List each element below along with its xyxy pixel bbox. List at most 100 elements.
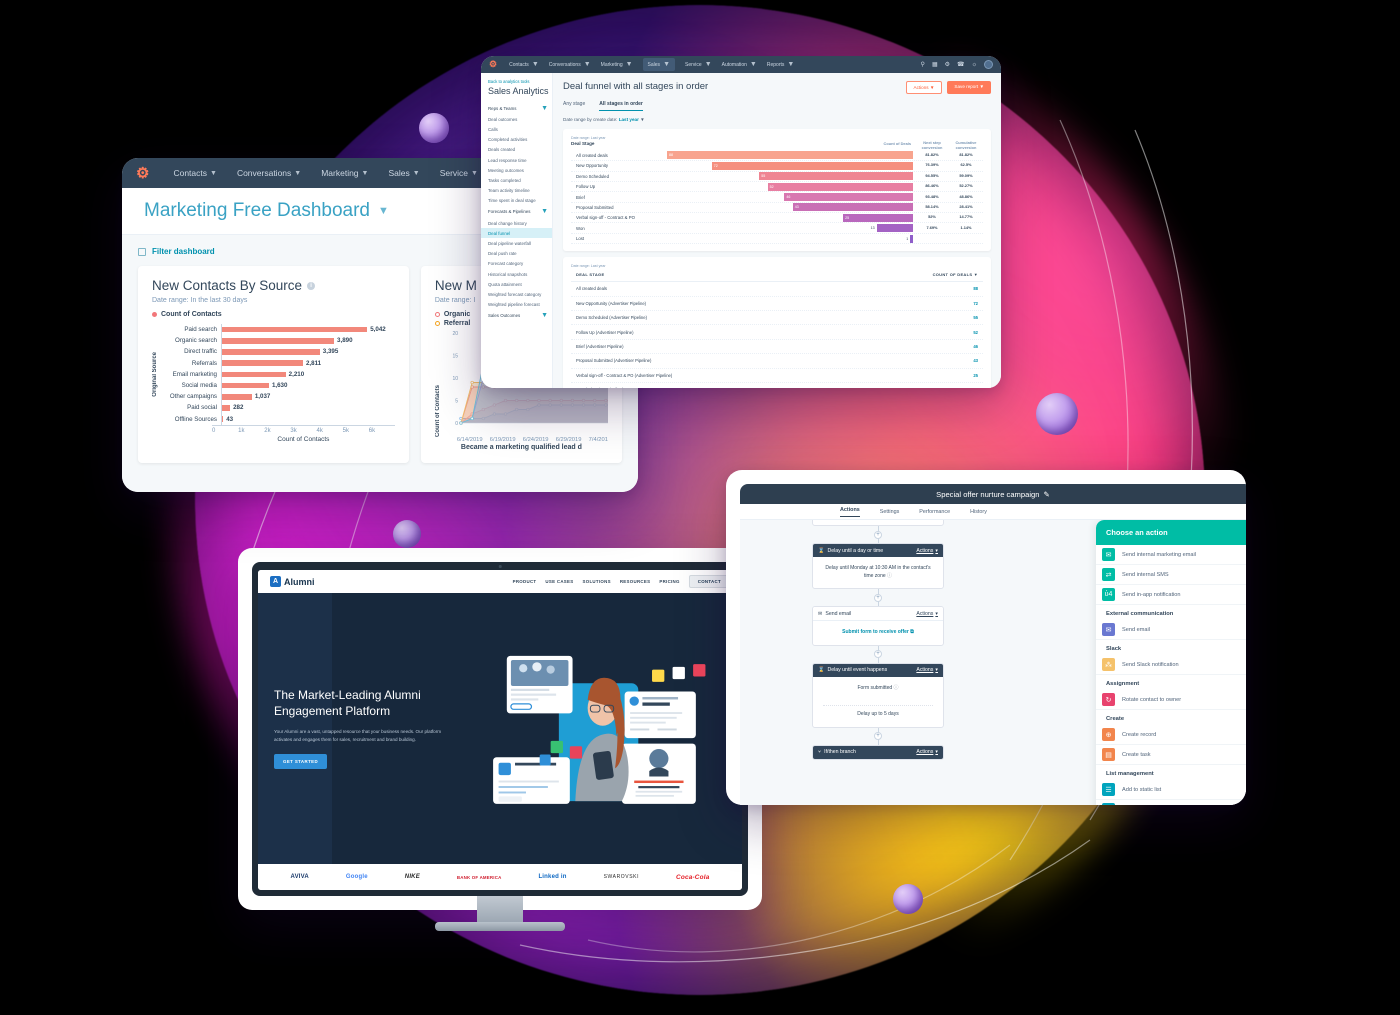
tab-history[interactable]: History [970, 509, 987, 515]
nav-marketing[interactable]: Marketing ▼ [321, 168, 368, 178]
sidebar-item-meeting-outcomes[interactable]: Meeting outcomes [488, 165, 552, 175]
tab-all-stages-in-order[interactable]: All stages in order [599, 101, 643, 111]
hero-get-started-button[interactable]: GET STARTED [274, 753, 328, 769]
workflow-step-card[interactable]: ⌛ Delay until a day or time Actions ▾ Delay … [812, 543, 944, 589]
site-logo[interactable]: A Alumni [270, 576, 315, 587]
phone-icon[interactable]: ☎ [957, 61, 964, 68]
nav-automation[interactable]: Automation▼ [722, 61, 757, 68]
table-cell-count[interactable]: 88 [973, 286, 978, 291]
nav-service[interactable]: Service ▼ [685, 61, 712, 68]
sidebar-item-calls[interactable]: Calls [488, 124, 552, 134]
save-report-button[interactable]: Save report ▼ [947, 81, 991, 94]
nav-sales[interactable]: Sales ▼ [388, 168, 419, 178]
sidebar-item-forecasts-pipelines[interactable]: Forecasts & Pipelines ▼ [488, 206, 552, 218]
sidebar-item-lead-response-time[interactable]: Lead response time [488, 155, 552, 165]
table-cell-count[interactable]: 72 [973, 301, 978, 306]
add-step-button[interactable]: + [874, 530, 882, 539]
settings-icon[interactable]: ⚙ [945, 61, 950, 68]
notifications-icon[interactable]: ☼ [972, 62, 978, 68]
action-item-send-in-app-notification[interactable]: ὑ4 Send in-app notification [1096, 585, 1246, 605]
sidebar-item-deals-created[interactable]: Deals created [488, 145, 552, 155]
sidebar-item-quota-attainment[interactable]: Quota attainment [488, 279, 552, 289]
add-step-button[interactable]: + [874, 732, 882, 740]
nav-service[interactable]: Service ▼ [440, 168, 478, 178]
nav-sales[interactable]: Sales ▼ [642, 58, 675, 71]
sidebar-item-sales-outcomes[interactable]: Sales Outcomes ▼ [488, 310, 552, 322]
table-cell-count[interactable]: 13 [973, 387, 978, 388]
sidebar-item-deal-push-rate[interactable]: Deal push rate [488, 249, 552, 259]
sidebar-item-deal-change-history[interactable]: Deal change history [488, 218, 552, 228]
tab-actions[interactable]: Actions [840, 507, 860, 517]
sidebar-item-deal-pipeline-waterfall[interactable]: Deal pipeline waterfall [488, 238, 552, 248]
step-actions-menu[interactable]: Actions ▾ [916, 611, 938, 617]
site-link-resources[interactable]: RESOURCES [620, 579, 651, 584]
nav-conversations[interactable]: Conversations ▼ [237, 168, 301, 178]
sidebar-item-team-activity-timeline[interactable]: Team activity timeline [488, 186, 552, 196]
table-cell-count[interactable]: 25 [973, 373, 978, 378]
nav-marketing[interactable]: Marketing ▼ [601, 61, 633, 68]
nav-reports[interactable]: Reports ▼ [767, 61, 794, 68]
tab-performance[interactable]: Performance [919, 509, 950, 515]
table-cell-count[interactable]: 43 [973, 358, 978, 363]
actions-button[interactable]: Actions ▼ [905, 81, 943, 94]
nav-contacts[interactable]: Contacts ▼ [173, 168, 216, 178]
step-actions-menu[interactable]: Actions ▾ [916, 548, 938, 554]
sidebar-item-weighted-forecast-category[interactable]: Weighted forecast category [488, 289, 552, 299]
workflow-step-card[interactable]: ⑂ If/then branch Actions ▾ [812, 744, 944, 760]
sidebar-item-deal-funnel[interactable]: Deal funnel [481, 228, 552, 239]
action-item-rotate-contact-to-owner[interactable]: ↻ Rotate contact to owner [1096, 690, 1246, 710]
action-item-create-record[interactable]: ⊕ Create record [1096, 725, 1246, 745]
date-range-value[interactable]: Last year [619, 117, 639, 122]
chevron-down-icon[interactable]: ▼ [541, 105, 548, 112]
sidebar-item-completed-activities[interactable]: Completed activities [488, 135, 552, 145]
sidebar-item-tasks-completed[interactable]: Tasks completed [488, 175, 552, 185]
avatar[interactable] [984, 60, 993, 69]
action-item-create-task[interactable]: ▤ Create task [1096, 745, 1246, 765]
info-icon[interactable]: ⓘ [892, 685, 899, 691]
action-item-send-internal-marketing-email[interactable]: ✉ Send internal marketing email [1096, 545, 1246, 565]
action-item-send-slack-notification[interactable]: ⁂ Send Slack notification [1096, 655, 1246, 675]
step-actions-menu[interactable]: Actions ▾ [916, 749, 938, 755]
action-item-remove-from-static-list[interactable]: ☰Remove from static list [1096, 800, 1246, 805]
back-to-analytics-link[interactable]: Back to analytics tools [488, 79, 552, 84]
info-icon[interactable]: i [307, 281, 316, 290]
table-cell-count[interactable]: 46 [973, 344, 978, 349]
sidebar-item-time-spent-in-deal-stage[interactable]: Time spent in deal stage [488, 196, 552, 206]
dashboard-title-dropdown[interactable]: Marketing Free Dashboard ▼ [144, 200, 389, 222]
action-item-send-email[interactable]: ✉ Send email [1096, 620, 1246, 640]
info-icon[interactable]: ⓘ [886, 573, 892, 579]
site-contact-button[interactable]: CONTACT [688, 575, 730, 588]
hubspot-sprocket-logo[interactable]: ⚙ [489, 59, 497, 70]
tab-any-stage[interactable]: Any stage [563, 101, 585, 111]
nav-contacts[interactable]: Contacts ▼ [509, 61, 539, 68]
step-card-body[interactable]: Submit form to receive offer ⧉ [813, 621, 943, 645]
pencil-icon[interactable]: ✎ [1043, 490, 1049, 499]
chevron-down-icon[interactable]: ▼ [541, 312, 548, 319]
sidebar-item-historical-snapshots[interactable]: Historical snapshots [488, 269, 552, 279]
chevron-down-icon[interactable]: ▼ [541, 208, 548, 215]
site-link-pricing[interactable]: PRICING [659, 579, 679, 584]
table-cell-count[interactable]: 52 [973, 330, 978, 335]
site-link-use-cases[interactable]: USE CASES [545, 579, 573, 584]
search-icon[interactable]: ⚲ [921, 61, 925, 68]
workflow-step-card[interactable]: ✉ Send email Actions ▾ Submit form to receiv… [812, 606, 944, 646]
sidebar-item-forecast-category[interactable]: Forecast category [488, 259, 552, 269]
action-item-send-internal-sms[interactable]: ⇄ Send internal SMS [1096, 565, 1246, 585]
funnel-date-range[interactable]: Date range by create date: Last year ▼ [563, 117, 991, 122]
funnel-bar: 43 [792, 203, 913, 212]
tab-settings[interactable]: Settings [880, 509, 899, 515]
step-actions-menu[interactable]: Actions ▾ [916, 667, 938, 673]
add-step-button[interactable]: + [874, 650, 882, 658]
workflow-step-card[interactable]: ⌛ Delay until event happens Actions ▾ Form s… [812, 662, 944, 728]
hubspot-sprocket-logo[interactable]: ⚙ [136, 164, 149, 182]
site-link-product[interactable]: PRODUCT [513, 579, 537, 584]
sidebar-item-weighted-pipeline-forecast[interactable]: Weighted pipeline forecast [488, 300, 552, 310]
marketplace-icon[interactable]: ▦ [932, 61, 938, 68]
nav-conversations[interactable]: Conversations ▼ [549, 61, 591, 68]
sidebar-item-reps-teams[interactable]: Reps & Teams ▼ [488, 102, 552, 114]
site-link-solutions[interactable]: SOLUTIONS [583, 579, 611, 584]
sidebar-item-deal-outcomes[interactable]: Deal outcomes [488, 114, 552, 124]
add-step-button[interactable]: + [874, 593, 882, 602]
action-item-add-to-static-list[interactable]: ☰ Add to static list [1096, 780, 1246, 800]
table-cell-count[interactable]: 55 [973, 315, 978, 320]
